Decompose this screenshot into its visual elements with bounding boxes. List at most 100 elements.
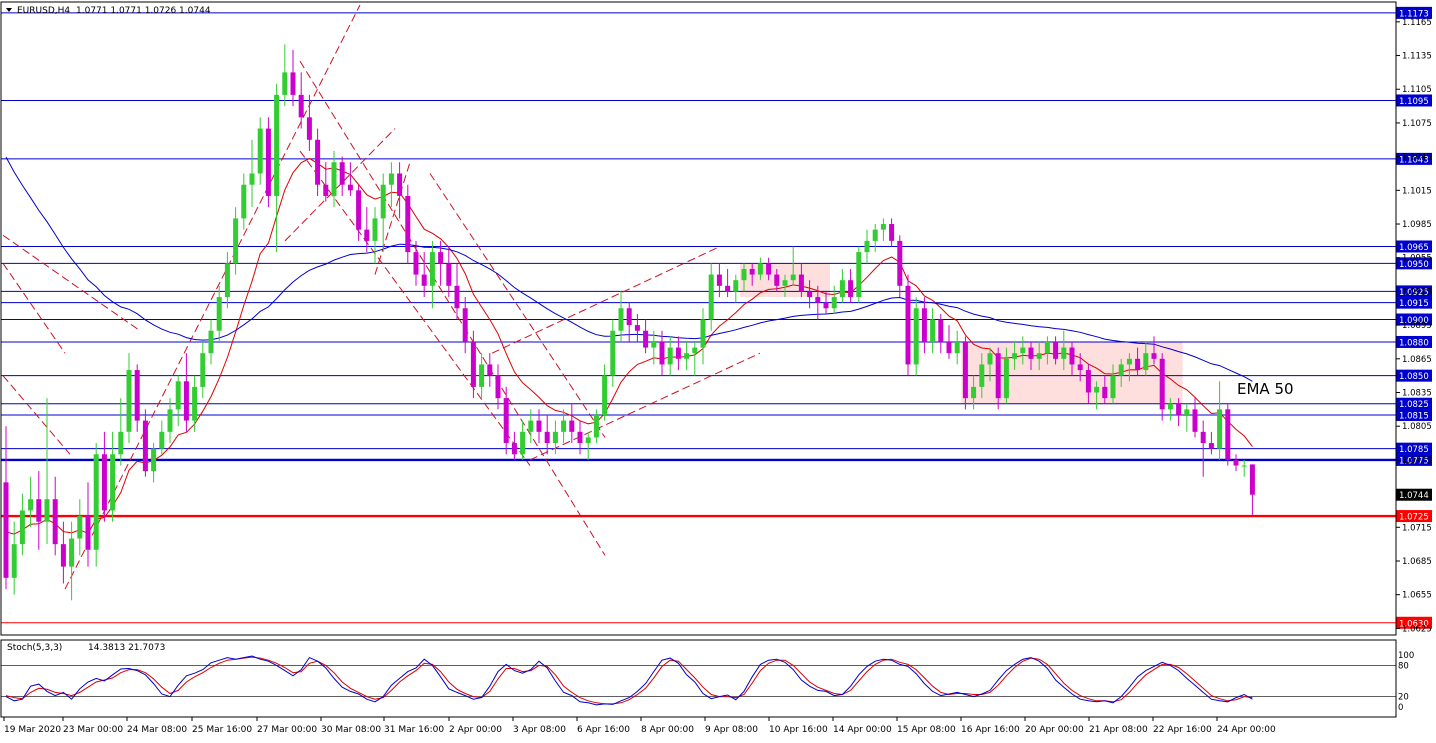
x-tick-label: 31 Mar 16:00 (384, 725, 444, 735)
candle-body (930, 319, 936, 342)
current-price-label: 1.0744 (1399, 491, 1429, 501)
x-tick-label: 24 Apr 00:00 (1217, 725, 1276, 735)
candle-body (19, 510, 25, 545)
candle-body (1036, 353, 1042, 359)
candle-body (331, 162, 337, 196)
candle-body (618, 308, 624, 331)
candle-body (257, 128, 263, 174)
candle-body (610, 330, 616, 376)
candle-body (44, 499, 50, 522)
candle-body (1102, 386, 1108, 399)
x-tick-label: 6 Apr 16:00 (577, 725, 630, 735)
candle-body (962, 341, 968, 399)
candle-body (421, 274, 427, 286)
y-tick-label: 1.0805 (1402, 422, 1432, 432)
candle-body (971, 386, 977, 399)
stoch-tick-label: 0 (1398, 703, 1403, 713)
candle-body (602, 375, 608, 415)
candle-body (634, 325, 640, 331)
candle-body (520, 431, 526, 455)
candle-body (675, 347, 681, 359)
candle-body (741, 268, 747, 281)
y-tick-label: 1.0835 (1402, 389, 1432, 399)
candle-body (470, 341, 476, 387)
candle-body (700, 319, 706, 348)
x-tick-label: 22 Apr 16:00 (1153, 725, 1212, 735)
candle-body (52, 499, 58, 545)
chart-title: EURUSD,H4 (17, 6, 70, 16)
x-tick-label: 24 Mar 08:00 (127, 725, 187, 735)
y-tick-label: 1.1045 (1402, 153, 1432, 163)
candle-body (85, 516, 91, 550)
y-tick-label: 1.1135 (1402, 52, 1432, 62)
stoch-readout: 14.3813 21.7073 (88, 643, 165, 653)
candle-body (839, 280, 845, 298)
candle-body (782, 280, 788, 286)
candle-body (118, 431, 124, 455)
candle-body (528, 420, 534, 432)
candle-body (593, 414, 599, 438)
candle-body (1159, 358, 1165, 410)
candle-body (36, 499, 42, 522)
candle-body (93, 454, 99, 550)
x-tick-label: 9 Apr 08:00 (705, 725, 758, 735)
candle-body (323, 184, 329, 196)
candle-body (388, 173, 394, 185)
candle-body (151, 448, 157, 472)
candle-body (134, 370, 140, 421)
x-tick-label: 19 Mar 2020 (4, 725, 61, 735)
candle-body (1085, 370, 1091, 393)
candle-body (1020, 347, 1026, 354)
candle-body (290, 72, 296, 95)
price-level-label: 1.0725 (1399, 513, 1429, 523)
candle-body (224, 263, 230, 298)
candle-body (913, 308, 919, 365)
candle-body (954, 341, 960, 354)
candle-body (479, 364, 485, 387)
price-level-label: 1.0825 (1399, 400, 1429, 410)
y-tick-label: 1.0865 (1402, 355, 1432, 365)
candle-body (921, 308, 927, 342)
candle-body (438, 252, 444, 264)
price-level-label: 1.0915 (1399, 299, 1429, 309)
candle-body (536, 420, 542, 432)
candle-body (454, 285, 460, 309)
candle-body (306, 117, 312, 140)
y-tick-label: 1.0655 (1402, 591, 1432, 601)
candle-body (503, 398, 509, 444)
candle-body (413, 252, 419, 275)
stoch-tick-label: 100 (1398, 651, 1414, 661)
price-level-label: 1.0785 (1399, 445, 1429, 455)
candle-body (1208, 443, 1214, 449)
y-tick-label: 1.1075 (1402, 119, 1432, 129)
candle-body (1135, 358, 1141, 371)
x-tick-label: 10 Apr 16:00 (769, 725, 828, 735)
candle-body (725, 285, 731, 292)
stoch-tick-label: 80 (1398, 661, 1409, 671)
price-level-label: 1.1095 (1399, 97, 1429, 107)
candle-body (249, 173, 255, 185)
candle-body (856, 252, 862, 298)
candle-body (684, 353, 690, 359)
candle-body (216, 297, 222, 331)
candle-body (831, 297, 837, 309)
candle-body (183, 381, 189, 421)
candle-body (77, 516, 83, 539)
candle-body (561, 420, 567, 432)
candle-body (643, 330, 649, 348)
candle-body (807, 291, 813, 298)
candle-body (200, 353, 206, 387)
candle-body (208, 330, 214, 354)
candle-body (1044, 341, 1050, 354)
stoch-tick-label: 20 (1398, 693, 1409, 703)
y-tick-label: 1.0985 (1402, 220, 1432, 230)
x-tick-label: 25 Mar 16:00 (192, 725, 252, 735)
candle-body (733, 280, 739, 292)
stoch-title: Stoch(5,3,3) (7, 643, 62, 653)
candle-body (101, 454, 107, 511)
candle-body (462, 308, 468, 342)
candle-body (757, 263, 763, 275)
candle-body (1077, 364, 1083, 371)
ema-50-label: EMA 50 (1237, 380, 1294, 398)
candle-body (1184, 409, 1190, 415)
